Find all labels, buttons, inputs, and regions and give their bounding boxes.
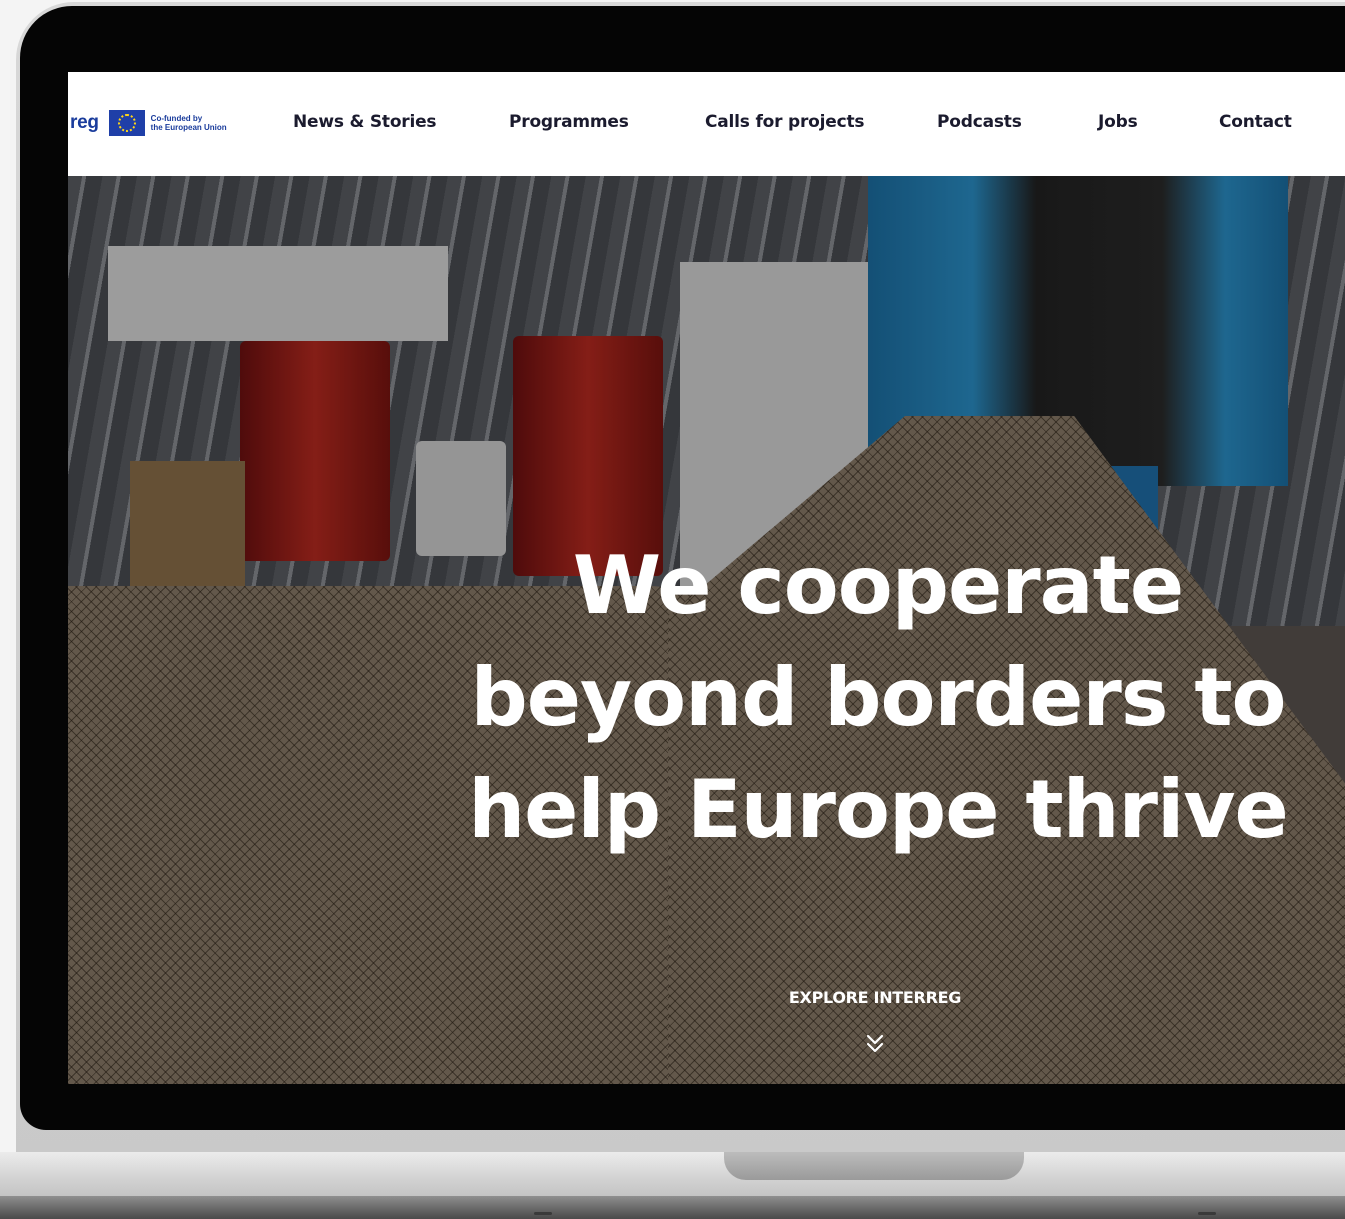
laptop-hinge-notch <box>724 1152 1024 1180</box>
nav-jobs[interactable]: Jobs <box>1098 112 1138 132</box>
site-logo[interactable]: reg Co-funded by the European Union <box>68 110 227 136</box>
headline-line-3: help Europe thrive <box>468 762 1289 856</box>
headline-line-1: We cooperate <box>572 538 1184 632</box>
nav-news-stories[interactable]: News & Stories <box>293 112 437 132</box>
eu-flag-icon <box>108 110 145 136</box>
laptop-foot <box>1198 1212 1216 1215</box>
laptop-foot <box>534 1212 552 1215</box>
eu-caption-line1: Co-funded by <box>150 114 203 123</box>
hero-headline: We cooperate beyond borders to help Euro… <box>448 530 1308 866</box>
browser-screen: reg Co-funded by the European Union News… <box>68 72 1345 1084</box>
eu-cofunded-caption: Co-funded by the European Union <box>151 114 227 132</box>
laptop-bottom-edge <box>0 1196 1345 1219</box>
nav-calls-for-projects[interactable]: Calls for projects <box>705 112 865 132</box>
nav-programmes[interactable]: Programmes <box>509 112 629 132</box>
nav-podcasts[interactable]: Podcasts <box>937 112 1022 132</box>
laptop-base <box>0 1152 1345 1196</box>
hero-section: We cooperate beyond borders to help Euro… <box>68 176 1345 1084</box>
explore-interreg-link[interactable]: EXPLORE INTERREG <box>768 988 982 1007</box>
site-header: reg Co-funded by the European Union News… <box>68 72 1345 176</box>
nav-contact[interactable]: Contact <box>1219 112 1292 132</box>
eu-caption-line2: the European Union <box>150 123 227 132</box>
logo-wordmark: reg <box>70 112 99 133</box>
double-chevron-down-icon[interactable] <box>865 1032 885 1056</box>
headline-line-2: beyond borders to <box>470 650 1286 744</box>
